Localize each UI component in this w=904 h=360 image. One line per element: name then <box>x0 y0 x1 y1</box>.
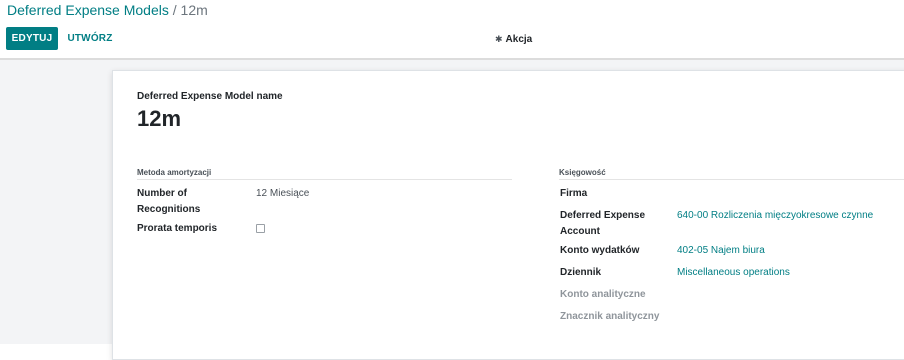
deferred-account-label-line2: Account <box>560 226 600 237</box>
depreciation-section-divider <box>137 179 512 180</box>
action-menu-label: Akcja <box>505 33 533 45</box>
expense-account-link[interactable]: 402-05 Najem biura <box>677 243 765 259</box>
model-name-label: Deferred Expense Model name <box>137 91 283 102</box>
recognitions-label-line2: Recognitions <box>137 204 201 215</box>
analytic-tag-label: Znacznik analityczny <box>560 311 660 322</box>
depreciation-section-title: Metoda amortyzacji <box>137 168 212 177</box>
recognitions-field: 12 Miesiące <box>256 186 309 202</box>
recognitions-value: 12 <box>256 188 268 199</box>
accounting-section-divider <box>559 179 904 180</box>
expense-account-label: Konto wydatków <box>560 245 640 256</box>
breadcrumb-current: 12m <box>180 2 208 18</box>
action-menu-button[interactable]: ✱ Akcja <box>495 31 532 47</box>
analytic-account-label: Konto analityczne <box>560 289 646 300</box>
control-panel: Deferred Expense Models / 12m EDYTUJ UTW… <box>0 0 904 58</box>
edit-button[interactable]: EDYTUJ <box>6 27 58 50</box>
model-name-value: 12m <box>137 106 182 131</box>
gear-icon: ✱ <box>495 33 503 44</box>
prorata-label: Prorata temporis <box>137 223 218 234</box>
prorata-checkbox[interactable] <box>256 224 265 233</box>
journal-label: Dziennik <box>560 267 602 278</box>
deferred-account-link[interactable]: 640-00 Rozliczenia mięczyokresowe czynne <box>677 208 873 224</box>
recognitions-unit: Miesiące <box>269 188 310 199</box>
breadcrumb-separator: / <box>172 2 177 18</box>
company-label: Firma <box>560 188 588 199</box>
breadcrumb-parent-link[interactable]: Deferred Expense Models <box>7 2 169 18</box>
recognitions-label-line1: Number of <box>137 188 187 199</box>
journal-link[interactable]: Miscellaneous operations <box>677 265 790 281</box>
breadcrumb: Deferred Expense Models / 12m <box>7 2 208 18</box>
create-button[interactable]: UTWÓRZ <box>62 27 118 50</box>
accounting-section-title: Księgowość <box>559 168 606 177</box>
deferred-account-label-line1: Deferred Expense <box>560 210 646 221</box>
